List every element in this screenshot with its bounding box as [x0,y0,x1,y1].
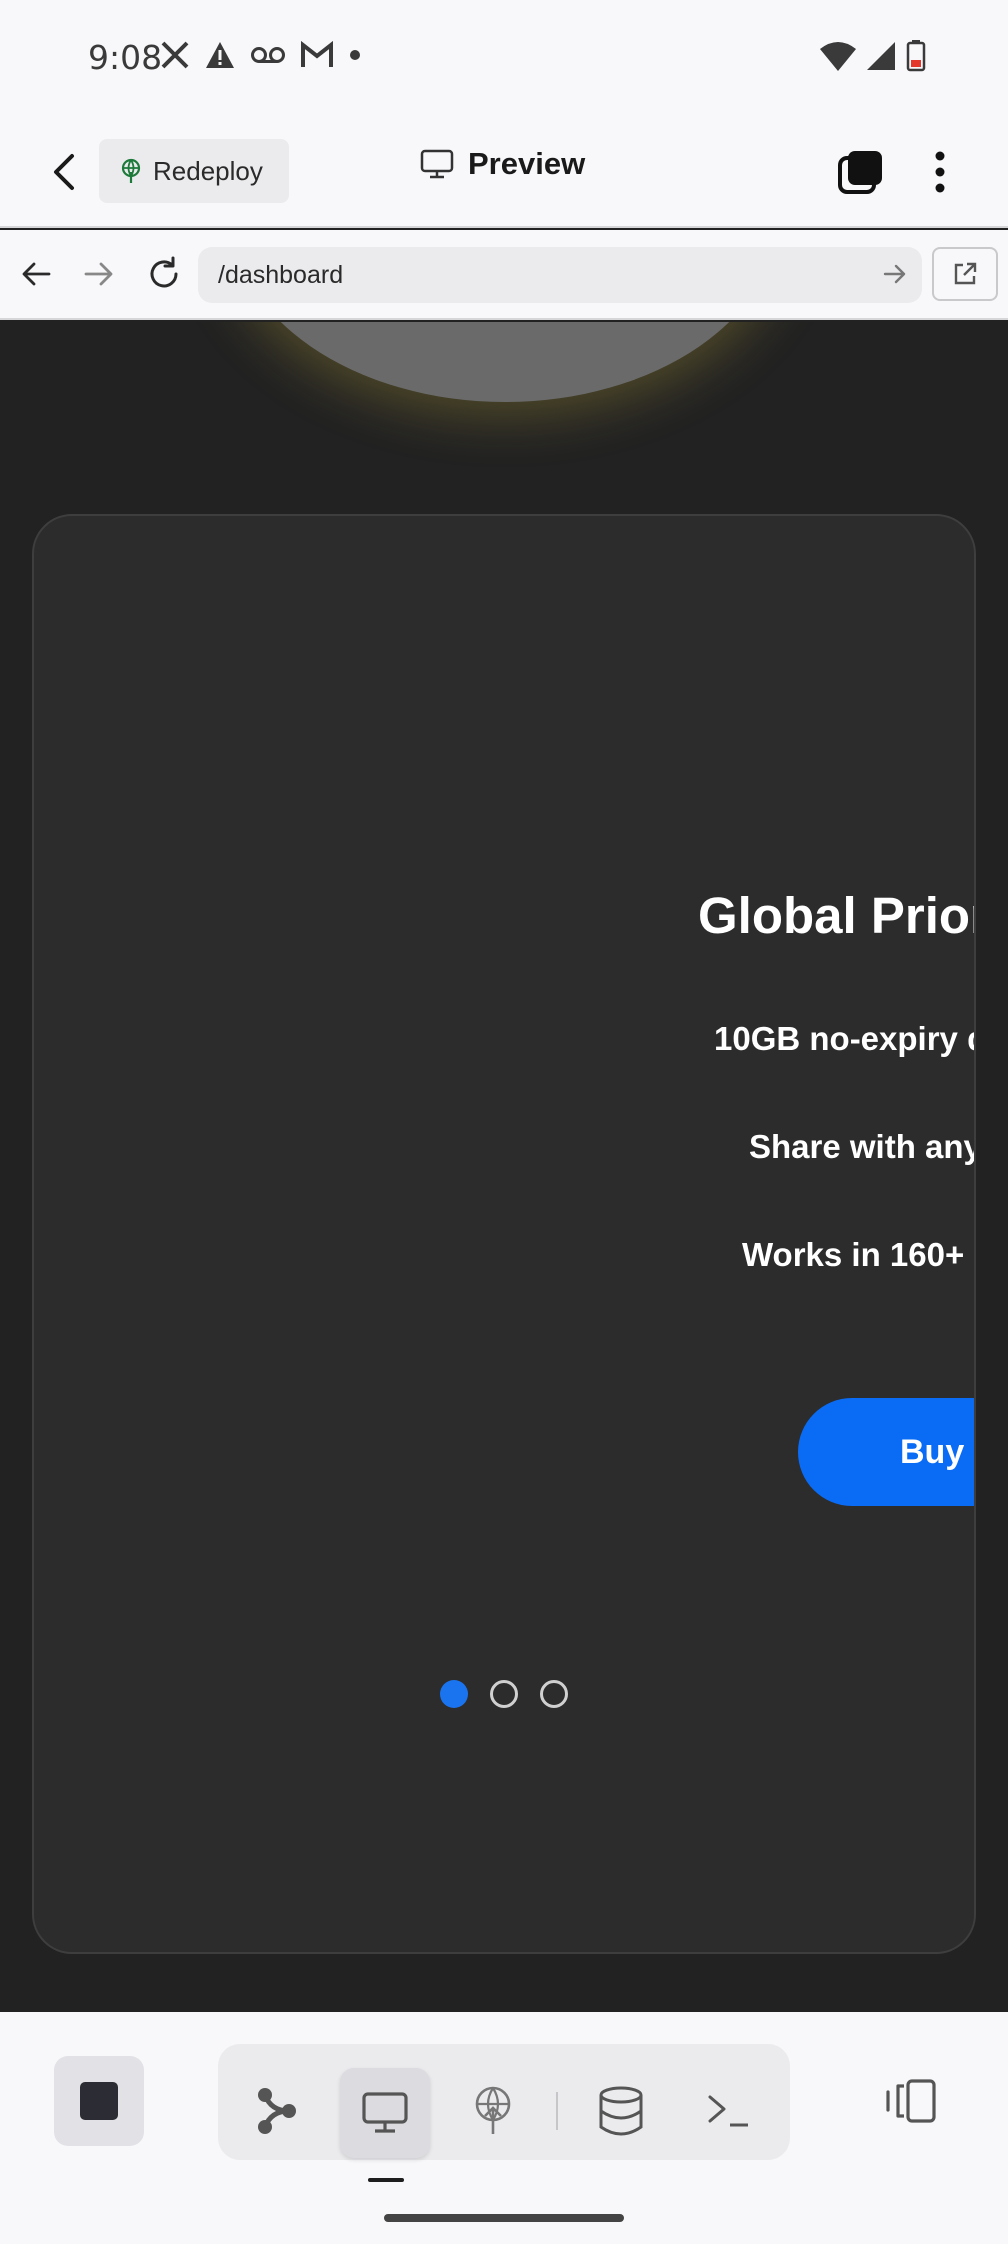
back-button[interactable] [40,148,88,196]
deploy-tool-button[interactable] [448,2066,538,2156]
dot-icon [348,48,362,67]
carousel-dot[interactable] [440,1680,468,1708]
open-external-button[interactable] [932,247,998,301]
signal-icon [866,41,896,76]
more-options-button[interactable] [920,146,960,198]
toolbar-divider [556,2092,558,2130]
buy-label: Buy [900,1432,965,1471]
graph-tool-button[interactable] [232,2066,322,2156]
tabs-icon [838,151,882,194]
carousel-dot[interactable] [490,1680,518,1708]
deploy-icon [121,158,141,183]
battery-low-icon [906,40,926,77]
external-link-icon [954,262,977,285]
arrow-right-icon [84,262,113,286]
notification-icons [160,40,362,75]
card-title: Global Prior [698,887,976,944]
browser-back-button[interactable] [12,250,60,298]
tabs-button[interactable] [836,148,886,198]
home-indicator[interactable] [384,2214,624,2222]
bottom-toolbar [0,2012,1008,2244]
pricing-card: Global Prior 10GB no-expiry d Share with… [32,514,976,1954]
stop-icon [80,2082,118,2120]
preview-tool-button[interactable] [340,2068,430,2158]
warning-icon [204,40,236,75]
redeploy-label: Redeploy [153,155,263,186]
reload-button[interactable] [140,250,188,298]
deploy-globe-icon [475,2086,511,2134]
preview-monitor-icon [362,2092,408,2133]
preview-title: Preview [420,146,585,182]
reload-icon [150,256,178,288]
feature-line: Works in 160+ c [742,1236,976,1273]
x-logo-icon [160,40,190,75]
browser-toolbar: /dashboard [0,230,1008,320]
more-vertical-icon [935,151,945,193]
url-text: /dashboard [218,260,344,289]
app-header: Redeploy Preview [0,116,1008,228]
web-preview: Global Prior 10GB no-expiry d Share with… [0,322,1008,2012]
carousel-dot[interactable] [540,1680,568,1708]
feature-line: Share with any [749,1128,976,1165]
go-arrow-icon[interactable] [882,261,908,292]
buy-button[interactable]: Buy [798,1398,974,1506]
status-time: 9:08 [88,38,163,77]
graph-icon [258,2088,296,2134]
gmail-icon [300,40,334,74]
stop-button[interactable] [54,2056,144,2146]
terminal-icon [708,2095,748,2127]
system-icons [820,40,926,77]
database-tool-button[interactable] [576,2066,666,2156]
glow-decoration [230,322,780,402]
device-layout-icon [886,2079,936,2123]
wifi-icon [820,41,856,76]
browser-forward-button[interactable] [75,250,123,298]
monitor-icon [420,149,454,179]
status-bar: 9:08 [0,0,1008,116]
page-title: Preview [468,146,586,181]
url-input[interactable]: /dashboard [198,247,922,303]
voicemail-icon [250,43,286,72]
active-tab-indicator [368,2178,404,2182]
redeploy-button[interactable]: Redeploy [99,139,289,203]
carousel-dots [440,1680,568,1708]
device-switch-button[interactable] [866,2056,956,2146]
tool-group [218,2044,790,2160]
chevron-left-icon [54,154,74,190]
terminal-tool-button[interactable] [684,2066,774,2156]
feature-line: 10GB no-expiry d [714,1020,976,1057]
database-icon [599,2086,643,2136]
arrow-left-icon [22,262,51,286]
